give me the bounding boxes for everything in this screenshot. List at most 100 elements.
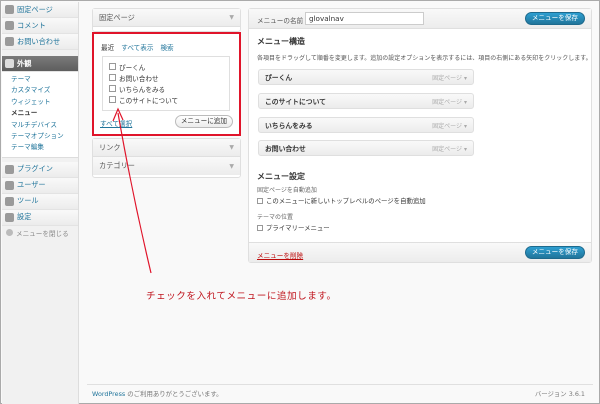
appearance-icon — [5, 59, 14, 68]
sidebar-item-settings[interactable]: 設定 — [2, 209, 78, 226]
links-box-header[interactable]: リンク ▼ — [93, 139, 240, 157]
theme-location-label: テーマの位置 — [257, 214, 294, 221]
caret-down-icon: ▼ — [229, 14, 234, 21]
arrow-down-icon: ▾ — [463, 98, 467, 106]
tab-view-all[interactable]: すべて表示 — [121, 42, 153, 52]
sidebar-item-pages[interactable]: 固定ページ — [2, 2, 78, 18]
sidebar-item-label: プラグイン — [17, 164, 53, 174]
page-option[interactable]: いちらんをみる — [109, 83, 229, 94]
menu-structure-title: メニュー構造 — [257, 37, 305, 46]
pages-checklist: ぴーくん お問い合わせ いちらんをみる このサイトについて — [102, 56, 230, 111]
select-all-link[interactable]: すべて選択 — [100, 118, 132, 128]
sidebar-item-plugins[interactable]: プラグイン — [2, 161, 78, 178]
pages-box-header[interactable]: 固定ページ ▼ — [93, 9, 240, 27]
page-option[interactable]: ぴーくん — [109, 61, 229, 72]
auto-add-option-label: このメニューに新しいトップレベルのページを自動追加 — [266, 197, 426, 205]
menu-name-label: メニューの名前 — [257, 17, 304, 25]
add-to-menu-button[interactable]: メニューに追加 — [174, 115, 233, 128]
auto-add-option[interactable]: このメニューに新しいトップレベルのページを自動追加 — [257, 196, 426, 205]
menu-item[interactable]: ぴーくん 固定ページ ▾ — [258, 69, 474, 85]
sidebar-item-label: ユーザー — [17, 180, 46, 190]
annotation-note: チェックを入れてメニューに追加します。 — [146, 291, 337, 302]
sidebar-item-contact[interactable]: お問い合わせ — [2, 34, 78, 50]
menu-item-title: いちらんをみる — [265, 122, 313, 130]
collapse-menu-button[interactable]: メニューを閉じる — [2, 226, 78, 240]
sidebar-item-label: 設定 — [17, 212, 32, 222]
links-box-title: リンク — [99, 142, 121, 152]
checkbox[interactable] — [109, 85, 116, 92]
sidebar-item-label: コメント — [17, 20, 46, 30]
pages-box-title: 固定ページ — [99, 12, 135, 22]
user-icon — [5, 180, 14, 190]
appearance-submenu: テーマ カスタマイズ ウィジェット メニュー マルチデバイス テーマオプション … — [2, 72, 78, 158]
theme-location-option[interactable]: プライマリーメニュー — [257, 223, 330, 232]
footer-version: バージョン 3.6.1 — [534, 390, 585, 398]
submenu-item-themes[interactable]: テーマ — [2, 74, 78, 85]
page-option-label: いちらんをみる — [119, 85, 166, 94]
theme-location-option-label: プライマリーメニュー — [266, 224, 330, 232]
arrow-down-icon: ▾ — [463, 145, 467, 153]
tab-search[interactable]: 検索 — [160, 42, 173, 52]
menu-settings-title: メニュー設定 — [257, 172, 305, 181]
menu-item-title: このサイトについて — [265, 98, 326, 106]
tab-recent[interactable]: 最近 — [101, 42, 114, 52]
submenu-item-customize[interactable]: カスタマイズ — [2, 85, 78, 96]
checkbox[interactable] — [109, 74, 116, 81]
menu-item[interactable]: いちらんをみる 固定ページ ▾ — [258, 117, 474, 133]
checkbox[interactable] — [257, 224, 263, 231]
submenu-item-multidevice[interactable]: マルチデバイス — [2, 120, 78, 131]
menu-item-type: 固定ページ ▾ — [432, 98, 467, 106]
menu-edit-panel: メニューの名前 glovalnav メニューを保存 メニュー構造 各項目をドラッ… — [248, 8, 592, 263]
submenu-item-widgets[interactable]: ウィジェット — [2, 97, 78, 108]
submenu-item-theme-options[interactable]: テーマオプション — [2, 131, 78, 142]
page-option[interactable]: お問い合わせ — [109, 72, 229, 83]
sidebar-item-comments[interactable]: コメント — [2, 18, 78, 34]
wordpress-link[interactable]: WordPress — [92, 390, 125, 398]
sidebar-item-users[interactable]: ユーザー — [2, 177, 78, 194]
checkbox[interactable] — [109, 63, 116, 70]
page-option-label: ぴーくん — [119, 63, 146, 72]
save-menu-button[interactable]: メニューを保存 — [524, 12, 585, 25]
collapse-icon — [6, 229, 13, 237]
wp-admin-frame: 固定ページ コメント お問い合わせ 外観 テーマ カスタマイズ ウィジェット メ… — [0, 0, 600, 404]
menu-instructions: 各項目をドラッグして順番を変更します。追加の設定オプションを表示するには、項目の… — [257, 55, 592, 62]
sidebar-item-appearance[interactable]: 外観 — [2, 56, 78, 72]
menu-name-input[interactable]: glovalnav — [305, 12, 424, 25]
menu-footer: メニューを削除 メニューを保存 — [249, 242, 591, 262]
comment-icon — [5, 21, 14, 30]
menu-item[interactable]: お問い合わせ 固定ページ ▾ — [258, 140, 474, 156]
page-option[interactable]: このサイトについて — [109, 94, 229, 105]
submenu-item-menus[interactable]: メニュー — [2, 108, 78, 119]
delete-menu-link[interactable]: メニューを削除 — [257, 250, 303, 260]
checkbox[interactable] — [109, 96, 116, 103]
categories-box-header[interactable]: カテゴリー ▼ — [93, 157, 240, 175]
settings-icon — [5, 212, 14, 222]
page-option-label: お問い合わせ — [119, 74, 159, 83]
menu-header: メニューの名前 glovalnav メニューを保存 — [249, 9, 591, 29]
sidebar-item-label: 固定ページ — [17, 4, 53, 14]
arrow-down-icon: ▾ — [463, 122, 467, 130]
categories-box-title: カテゴリー — [99, 161, 135, 170]
menu-item-title: お問い合わせ — [265, 145, 306, 153]
tool-icon — [5, 196, 14, 206]
sidebar-item-label: ツール — [17, 196, 39, 206]
submenu-item-theme-editor[interactable]: テーマ編集 — [2, 142, 78, 153]
checkbox[interactable] — [257, 197, 263, 204]
pages-box: 固定ページ ▼ — [92, 8, 241, 32]
auto-add-label: 固定ページを自動追加 — [257, 187, 317, 194]
caret-down-icon: ▼ — [229, 144, 234, 151]
sidebar-item-label: お問い合わせ — [17, 36, 61, 46]
save-menu-button-bottom[interactable]: メニューを保存 — [524, 246, 585, 259]
pages-tabs: 最近 すべて表示 検索 — [94, 34, 239, 52]
collapse-label: メニューを閉じる — [16, 229, 69, 238]
links-categories-box: リンク ▼ カテゴリー ▼ — [92, 138, 241, 178]
menu-item-title: ぴーくん — [265, 74, 293, 82]
footer-thanks-text: のご利用ありがとうございます。 — [125, 390, 223, 398]
page-icon — [5, 5, 14, 14]
caret-down-icon: ▼ — [229, 162, 234, 170]
sidebar-item-label: 外観 — [17, 58, 32, 68]
menu-item-type: 固定ページ ▾ — [432, 74, 467, 82]
sidebar-item-tools[interactable]: ツール — [2, 193, 78, 210]
arrow-down-icon: ▾ — [463, 74, 467, 82]
menu-item[interactable]: このサイトについて 固定ページ ▾ — [258, 93, 474, 109]
